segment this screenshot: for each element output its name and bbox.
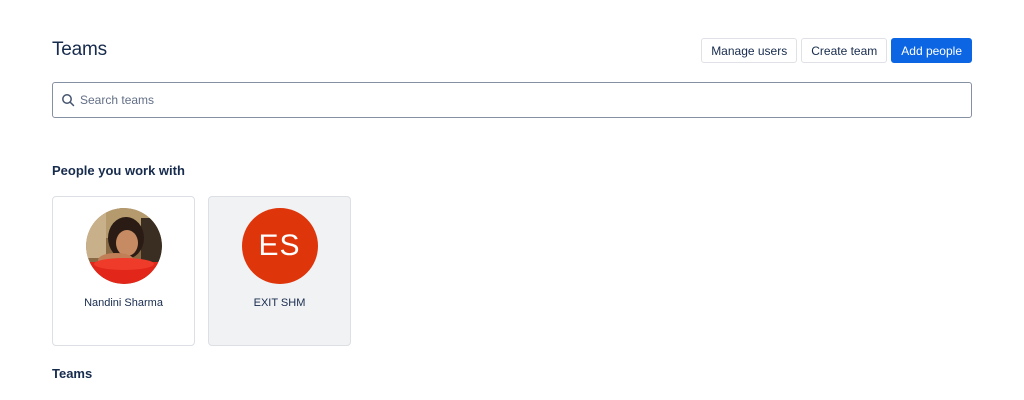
search-input[interactable]: [80, 83, 971, 117]
manage-users-button[interactable]: Manage users: [701, 38, 798, 63]
avatar-initials: ES: [258, 229, 301, 262]
avatar: [85, 208, 162, 284]
avatar-photo: [85, 208, 162, 284]
person-name: EXIT SHM: [253, 297, 306, 309]
teams-page: Teams Manage users Create team Add peopl…: [0, 0, 1024, 400]
teams-section-heading: Teams: [52, 366, 93, 381]
person-card[interactable]: Nandini Sharma: [52, 196, 195, 346]
people-section-heading: People you work with: [52, 163, 185, 178]
header-actions: Manage users Create team Add people: [701, 38, 972, 63]
avatar: ES: [241, 208, 318, 284]
search-icon: [61, 93, 75, 107]
page-title: Teams: [52, 39, 107, 60]
search-box[interactable]: [52, 82, 972, 118]
create-team-button[interactable]: Create team: [801, 38, 888, 63]
people-list: Nandini Sharma ES EXIT SHM: [52, 196, 351, 346]
person-card[interactable]: ES EXIT SHM: [208, 196, 351, 346]
add-people-button[interactable]: Add people: [891, 38, 972, 63]
person-name: Nandini Sharma: [84, 297, 163, 309]
